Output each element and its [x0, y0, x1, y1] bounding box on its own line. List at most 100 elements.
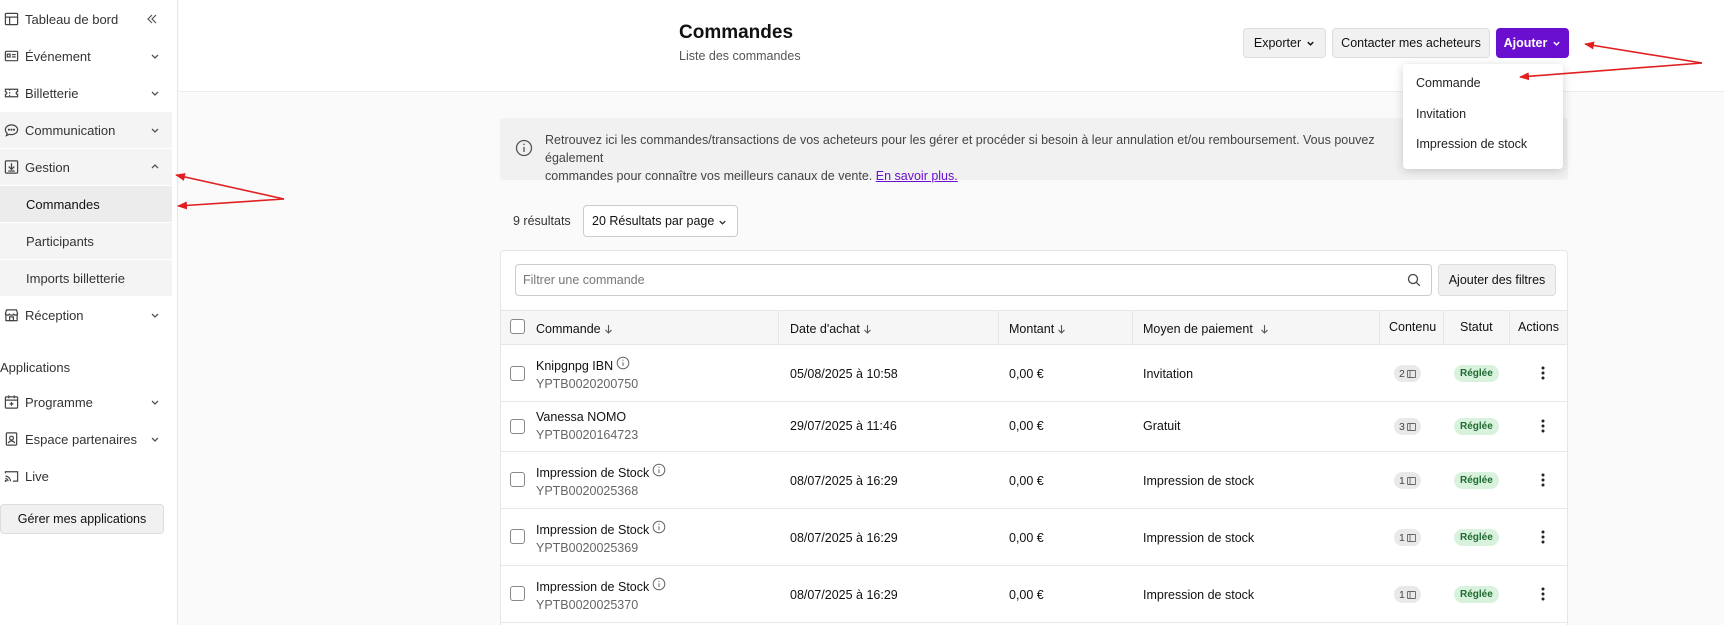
order-name[interactable]: Impression de Stock: [536, 523, 649, 537]
select-all-checkbox[interactable]: [510, 319, 525, 334]
export-button[interactable]: Exporter: [1243, 28, 1326, 58]
more-actions-icon[interactable]: [1537, 365, 1549, 381]
ticket-icon: [1406, 476, 1416, 485]
sidebar-item-label: Événement: [25, 48, 91, 64]
content-count-badge: 1: [1394, 586, 1421, 603]
chevron-down-icon: [151, 54, 159, 59]
order-name[interactable]: Vanessa NOMO: [536, 410, 626, 424]
order-amount: 0,00 €: [1009, 419, 1044, 433]
sort-arrow-icon: [863, 325, 871, 334]
order-date: 08/07/2025 à 16:29: [790, 588, 898, 602]
column-header-amount[interactable]: Montant: [1009, 322, 1066, 336]
column-header-label: Actions: [1518, 320, 1559, 334]
row-checkbox[interactable]: [510, 366, 525, 381]
search-icon: [1407, 273, 1421, 287]
order-name[interactable]: Knipgnpg IBN: [536, 359, 613, 373]
chevron-down-icon: [151, 313, 159, 318]
order-reference: YPTB0020200750: [536, 377, 639, 391]
content-count-badge: 2: [1394, 365, 1421, 382]
menu-item-impression-stock[interactable]: Impression de stock: [1416, 137, 1527, 151]
badge-icon: [5, 432, 18, 446]
annotation-arrow: [177, 198, 285, 210]
table-row[interactable]: Vanessa NOMO YPTB0020164723 29/07/2025 à…: [501, 402, 1567, 452]
row-checkbox[interactable]: [510, 419, 525, 434]
sidebar-item-label: Live: [25, 468, 49, 484]
chevron-down-icon: [151, 400, 159, 405]
collapse-sidebar-icon[interactable]: [146, 13, 158, 25]
orders-table-card: Ajouter des filtres Commande Date d'acha…: [500, 250, 1568, 625]
sort-arrow-icon: [604, 325, 612, 334]
per-page-value: 20 Résultats par page: [592, 214, 715, 228]
column-header-payment[interactable]: Moyen de paiement: [1143, 322, 1269, 336]
ticket-icon: [4, 88, 19, 98]
status-badge: Réglée: [1454, 418, 1499, 435]
results-count: 9 résultats: [513, 214, 571, 228]
sidebar-subitem-label: Imports billetterie: [26, 270, 125, 286]
row-checkbox[interactable]: [510, 529, 525, 544]
sidebar-subitem-imports-billetterie[interactable]: Imports billetterie: [0, 260, 172, 296]
more-actions-icon[interactable]: [1537, 472, 1549, 488]
info-icon[interactable]: [616, 356, 630, 370]
download-box-icon: [4, 160, 19, 174]
table-header: Commande Date d'achat Montant Moyen de p…: [501, 310, 1567, 345]
info-icon[interactable]: [652, 577, 666, 591]
sidebar-item-dashboard[interactable]: Tableau de bord: [0, 1, 172, 37]
sort-arrow-icon: [1260, 325, 1268, 334]
menu-item-commande[interactable]: Commande: [1416, 76, 1481, 90]
sidebar-subitem-participants[interactable]: Participants: [0, 223, 172, 259]
order-reference: YPTB0020025368: [536, 484, 639, 498]
contact-buyers-button[interactable]: Contacter mes acheteurs: [1332, 28, 1490, 58]
more-actions-icon[interactable]: [1537, 418, 1549, 434]
sidebar-item-evenement[interactable]: Événement: [0, 38, 172, 74]
sidebar-subitem-label: Commandes: [26, 196, 100, 212]
learn-more-link[interactable]: En savoir plus.: [876, 169, 958, 183]
column-header-label: Contenu: [1389, 320, 1437, 334]
row-checkbox[interactable]: [510, 586, 525, 601]
column-header-order[interactable]: Commande: [536, 322, 613, 336]
column-header-label: Date d'achat: [790, 322, 860, 336]
order-name[interactable]: Impression de Stock: [536, 580, 649, 594]
column-divider: [1509, 311, 1510, 344]
info-icon[interactable]: [652, 463, 666, 477]
add-filters-button[interactable]: Ajouter des filtres: [1438, 264, 1556, 296]
sidebar-item-reception[interactable]: Réception: [0, 297, 172, 333]
order-date: 08/07/2025 à 16:29: [790, 531, 898, 545]
manage-applications-button[interactable]: Gérer mes applications: [0, 504, 164, 534]
chevron-down-icon: [719, 220, 726, 225]
info-banner-text: Retrouvez ici les commandes/transactions…: [545, 131, 1405, 185]
table-row[interactable]: Impression de Stock YPTB0020025370 08/07…: [501, 566, 1567, 623]
sidebar-item-programme[interactable]: Programme: [0, 384, 172, 420]
chevron-down-icon: [1307, 41, 1314, 46]
table-row[interactable]: Impression de Stock YPTB0020025368 08/07…: [501, 452, 1567, 509]
filter-orders-input[interactable]: [515, 264, 1432, 296]
column-divider: [1132, 311, 1133, 344]
more-actions-icon[interactable]: [1537, 529, 1549, 545]
table-row[interactable]: Impression de Stock YPTB0020025369 08/07…: [501, 509, 1567, 566]
export-button-label: Exporter: [1253, 36, 1302, 50]
more-actions-icon[interactable]: [1537, 586, 1549, 602]
order-name[interactable]: Impression de Stock: [536, 466, 649, 480]
menu-item-invitation[interactable]: Invitation: [1416, 107, 1466, 121]
sidebar-subitem-label: Participants: [26, 233, 94, 249]
add-button[interactable]: Ajouter: [1496, 28, 1569, 58]
column-header-date[interactable]: Date d'achat: [790, 322, 872, 336]
ticket-icon: [1406, 590, 1416, 599]
sidebar-item-billetterie[interactable]: Billetterie: [0, 75, 172, 111]
info-icon: [515, 139, 533, 157]
ticket-icon: [1406, 369, 1416, 378]
payment-method: Impression de stock: [1143, 531, 1255, 545]
annotation-arrow: [175, 173, 285, 200]
applications-heading: Applications: [0, 360, 71, 375]
sidebar-item-espace-partenaires[interactable]: Espace partenaires: [0, 421, 172, 457]
sidebar-item-gestion[interactable]: Gestion: [0, 149, 172, 185]
row-checkbox[interactable]: [510, 472, 525, 487]
sidebar-subitem-commandes[interactable]: Commandes: [0, 186, 172, 222]
chevron-down-icon: [1553, 41, 1561, 46]
per-page-select[interactable]: 20 Résultats par page: [583, 205, 738, 237]
table-row[interactable]: Knipgnpg IBN YPTB0020200750 05/08/2025 à…: [501, 345, 1567, 402]
sidebar-item-communication[interactable]: Communication: [0, 112, 172, 148]
info-icon[interactable]: [652, 520, 666, 534]
sidebar-item-live[interactable]: Live: [0, 458, 172, 494]
sidebar-item-label: Billetterie: [25, 85, 79, 101]
sidebar-item-label: Tableau de bord: [25, 11, 119, 27]
